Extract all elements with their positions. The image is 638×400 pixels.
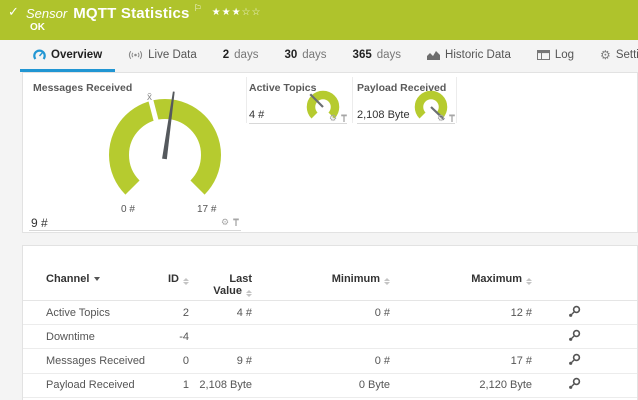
tab-number: 365 bbox=[353, 49, 372, 61]
signal-icon bbox=[128, 49, 143, 60]
maximum-value: 2,120 Byte bbox=[390, 379, 532, 391]
page-title: MQTT Statistics bbox=[73, 5, 189, 22]
divider bbox=[249, 123, 347, 124]
channel-id: 0 bbox=[161, 355, 189, 367]
status-ok-icon: ✓ bbox=[8, 4, 19, 20]
channel-name: Active Topics bbox=[23, 307, 161, 319]
main-gauge-min-label: 0 # bbox=[121, 204, 135, 215]
messages-received-gauge[interactable] bbox=[95, 85, 235, 207]
gear-icon[interactable]: ⚙ bbox=[437, 114, 445, 123]
gauge-icon bbox=[33, 49, 46, 61]
minimum-value: 0 # bbox=[252, 355, 390, 367]
cell-divider bbox=[352, 77, 353, 123]
channel-settings-button[interactable] bbox=[532, 353, 616, 369]
tab-label: Overview bbox=[51, 49, 102, 61]
divider bbox=[357, 123, 455, 124]
gear-icon[interactable]: ⚙ bbox=[221, 218, 229, 227]
column-header-id[interactable]: ID bbox=[161, 246, 189, 300]
gear-icon[interactable]: ⚙ bbox=[329, 114, 337, 123]
channel-settings-icon bbox=[568, 305, 581, 318]
cell-divider bbox=[456, 77, 457, 123]
priority-stars[interactable]: ★★★☆☆ bbox=[212, 7, 262, 18]
column-header-maximum[interactable]: Maximum bbox=[390, 246, 532, 300]
maximum-value: 12 # bbox=[390, 307, 532, 319]
tab-label: Historic Data bbox=[445, 49, 511, 61]
main-gauge-controls: ⚙ bbox=[221, 218, 240, 227]
object-kind-label: Sensor bbox=[26, 6, 67, 21]
channel-settings-icon bbox=[568, 353, 581, 366]
active-topics-value: 4 # bbox=[249, 109, 264, 121]
tab-log[interactable]: Log bbox=[524, 40, 587, 72]
tab-label: Log bbox=[555, 49, 574, 61]
tab-label: Settings bbox=[616, 49, 638, 61]
sensor-header: ✓ Sensor MQTT Statistics ⚐ ★★★☆☆ OK bbox=[0, 0, 638, 40]
pin-icon[interactable] bbox=[232, 218, 240, 227]
minimum-value: 0 # bbox=[252, 307, 390, 319]
maximum-value: 17 # bbox=[390, 355, 532, 367]
last-value: 9 # bbox=[189, 355, 252, 367]
tab-live-data[interactable]: Live Data bbox=[115, 40, 210, 72]
table-row: Downtime -4 bbox=[23, 325, 637, 349]
channel-settings-button[interactable] bbox=[532, 377, 616, 393]
tab-number: 30 bbox=[284, 49, 297, 61]
gear-icon: ⚙ bbox=[600, 49, 611, 61]
log-icon bbox=[537, 50, 550, 60]
tab-2-days[interactable]: 2 days bbox=[210, 40, 272, 72]
tab-365-days[interactable]: 365 days bbox=[340, 40, 414, 72]
channel-id: 1 bbox=[161, 379, 189, 391]
stars-empty: ☆☆ bbox=[242, 7, 262, 18]
tab-overview[interactable]: Overview bbox=[20, 40, 115, 72]
channel-name: Downtime bbox=[23, 331, 161, 343]
tab-30-days[interactable]: 30 days bbox=[271, 40, 339, 72]
sort-desc-icon bbox=[94, 277, 100, 281]
tab-label: days bbox=[377, 49, 401, 61]
column-header-last-value[interactable]: LastValue bbox=[189, 246, 252, 300]
tab-label: days bbox=[302, 49, 326, 61]
channel-name: Messages Received bbox=[23, 355, 161, 367]
sensor-page: ✓ Sensor MQTT Statistics ⚐ ★★★☆☆ OK Overvie… bbox=[0, 0, 638, 400]
column-header-channel[interactable]: Channel bbox=[23, 246, 161, 300]
tab-label: Live Data bbox=[148, 49, 197, 61]
pin-icon[interactable] bbox=[448, 114, 456, 123]
column-header-minimum[interactable]: Minimum bbox=[252, 246, 390, 300]
channel-settings-icon bbox=[568, 329, 581, 342]
chart-icon bbox=[427, 50, 440, 60]
last-value: 4 # bbox=[189, 307, 252, 319]
average-marker: x̄ bbox=[147, 92, 152, 103]
tab-settings[interactable]: ⚙ Settings bbox=[587, 40, 638, 72]
last-value: 2,108 Byte bbox=[189, 379, 252, 391]
tab-bar: Overview Live Data 2 days 30 days 365 da… bbox=[0, 40, 638, 72]
payload-received-value: 2,108 Byte bbox=[357, 109, 410, 121]
channel-settings-button[interactable] bbox=[532, 305, 616, 321]
active-topics-controls: ⚙ bbox=[329, 114, 348, 123]
channel-id: -4 bbox=[161, 331, 189, 343]
channel-settings-button[interactable] bbox=[532, 329, 616, 345]
cell-divider bbox=[246, 77, 247, 123]
main-gauge-value: 9 # bbox=[31, 216, 48, 230]
tab-number: 2 bbox=[223, 49, 229, 61]
status-badge: OK bbox=[30, 22, 45, 33]
flag-icon[interactable]: ⚐ bbox=[194, 3, 202, 13]
channel-settings-icon bbox=[568, 377, 581, 390]
tab-historic-data[interactable]: Historic Data bbox=[414, 40, 524, 72]
pin-icon[interactable] bbox=[340, 114, 348, 123]
channel-id: 2 bbox=[161, 307, 189, 319]
channel-name: Payload Received bbox=[23, 379, 161, 391]
table-row: Messages Received 0 9 # 0 # 17 # bbox=[23, 349, 637, 373]
divider bbox=[29, 230, 241, 231]
overview-gauges-panel: Messages Received x̄ 0 # 17 # 9 # ⚙ Acti… bbox=[22, 72, 638, 233]
table-row: Active Topics 2 4 # 0 # 12 # bbox=[23, 301, 637, 325]
stars-filled: ★★★ bbox=[212, 7, 242, 18]
channel-table-panel: Channel ID LastValue Minimum Maximum Act… bbox=[22, 245, 638, 400]
table-row: Payload Received 1 2,108 Byte 0 Byte 2,1… bbox=[23, 374, 637, 398]
sensor-title-line: Sensor MQTT Statistics ⚐ ★★★☆☆ bbox=[26, 3, 261, 23]
payload-received-controls: ⚙ bbox=[437, 114, 456, 123]
main-gauge-max-label: 17 # bbox=[197, 204, 216, 215]
tab-label: days bbox=[234, 49, 258, 61]
minimum-value: 0 Byte bbox=[252, 379, 390, 391]
table-header: Channel ID LastValue Minimum Maximum bbox=[23, 246, 637, 301]
